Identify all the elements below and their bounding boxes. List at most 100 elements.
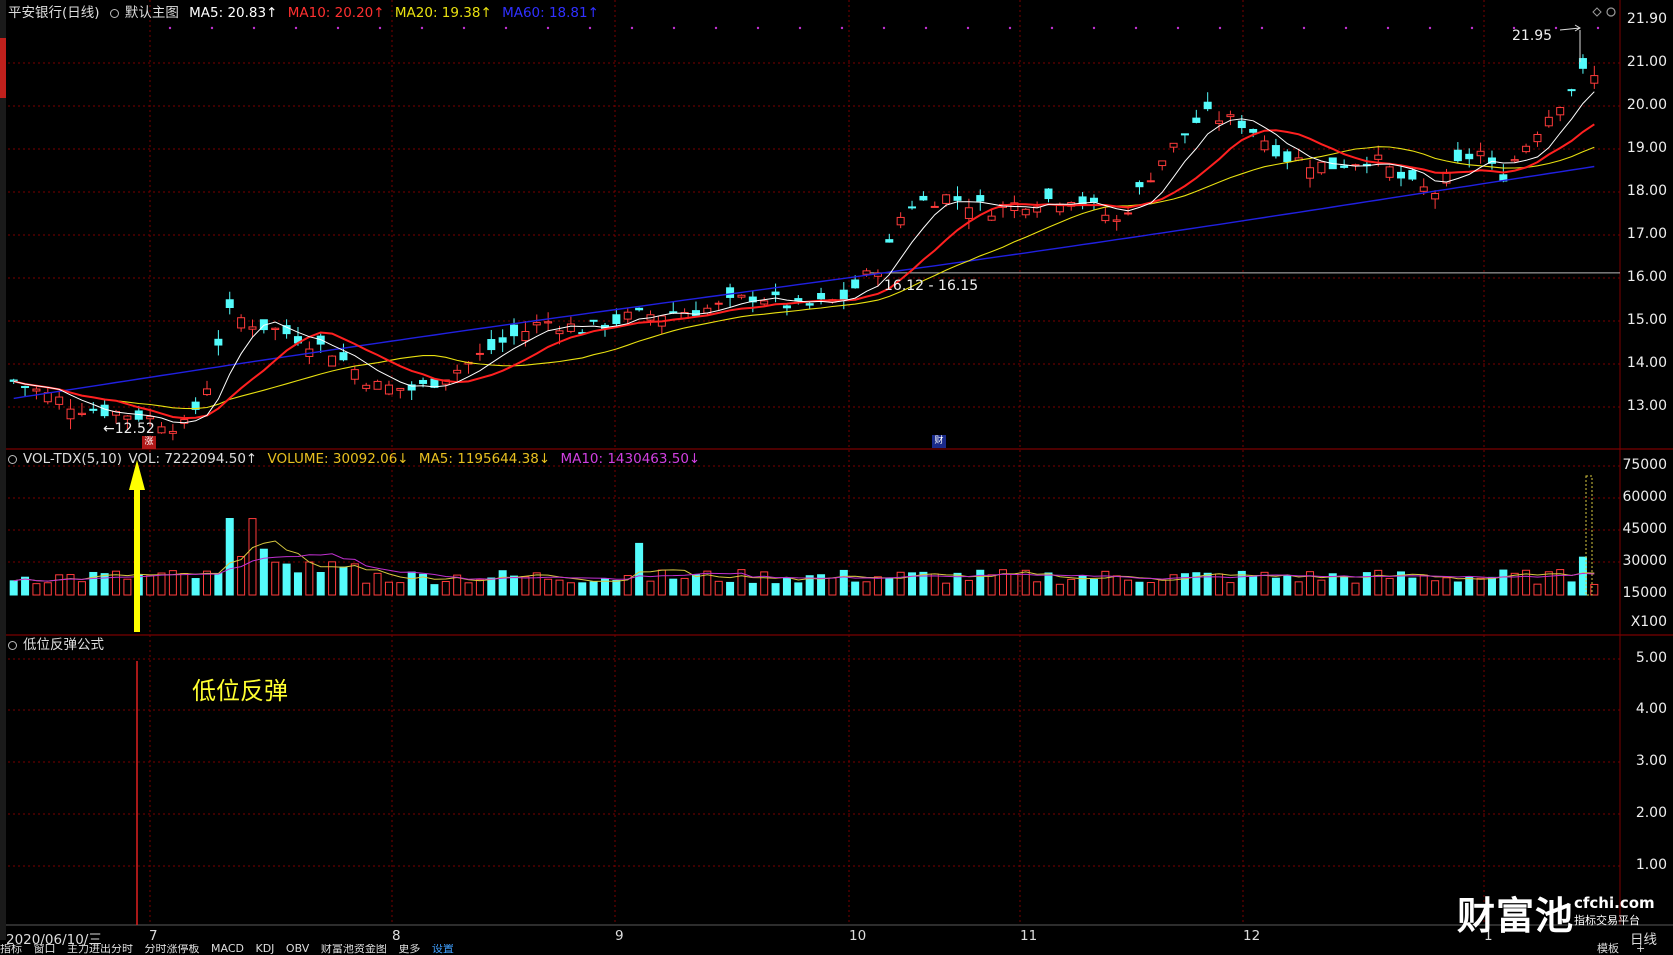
candle-body [726,287,735,298]
volume-bar [1533,583,1542,596]
candle-body [1476,150,1485,157]
price-tick: 13.00 [1626,398,1667,414]
candle-body [896,216,905,226]
tab-limit-up[interactable]: 分时涨停板 [145,944,200,954]
indicator-tick: 2.00 [1635,805,1667,821]
volume-bar [1351,582,1360,596]
candle-body [89,408,98,411]
marker-dot [1596,26,1600,30]
tab-kdj[interactable]: KDJ [255,944,274,954]
volume-header: VOL-TDX(5,10) VOL: 7222094.50↑ VOLUME: 3… [8,451,706,467]
volume-bar [782,577,791,596]
volume-bar [1033,581,1042,596]
marker-dot [1176,26,1180,30]
candle-body [1237,120,1246,129]
marker-dot [168,26,172,30]
stock-title[interactable]: 平安银行(日线) [8,5,100,21]
settings-circle-icon[interactable] [109,9,119,18]
volume-bar [123,578,132,596]
candle-body [862,270,871,275]
price-header: 平安银行(日线) 默认主图 MA5: 20.83↑ MA10: 20.20↑ M… [8,5,605,21]
tab-indicator[interactable]: 指标 [0,944,22,954]
candle-body [919,195,928,201]
volume-bar [1431,580,1440,596]
volume-bar [555,579,564,596]
candle-body [714,302,723,305]
candle-body [1249,128,1258,133]
vol-ma5-value: MA5: 1195644.38↓ [418,451,551,467]
marker-dot [1218,26,1222,30]
price-tick: 18.00 [1626,183,1667,199]
vol-indicator-name[interactable]: VOL-TDX(5,10) [23,451,122,467]
volume-bar [237,555,246,596]
candle-body [964,207,973,219]
volume-bar [612,579,621,596]
candle-body [214,338,223,346]
price-tick: 14.00 [1626,355,1667,371]
volume-bar [1465,576,1474,596]
ma10-line [13,123,1595,420]
candle-body [885,239,894,243]
candle-body [1124,212,1133,215]
chart-name[interactable]: 默认主图 [125,5,179,21]
candle-body [453,369,462,374]
volume-bar [464,582,473,596]
kline-chart[interactable] [0,0,1673,954]
volume-bar [1112,575,1121,596]
candle-body [510,324,519,337]
indicator-tick: 3.00 [1635,753,1667,769]
candle-body [544,321,553,324]
volume-bar [1476,577,1485,596]
brand-site: cfchi.com [1574,894,1655,912]
tab-main-force[interactable]: 主力进出分时 [67,944,133,954]
candle-body [1021,208,1030,216]
tab-macd[interactable]: MACD [211,944,244,954]
volume-bar [271,561,280,596]
tab-settings[interactable]: 设置 [432,944,454,954]
volume-bar [55,574,64,596]
tab-obv[interactable]: OBV [286,944,309,954]
marker-dot [588,26,592,30]
volume-bar [1317,579,1326,596]
volume-bar [259,548,268,596]
marker-dot [504,26,508,30]
volume-bar [566,582,575,596]
indicator-name[interactable]: 低位反弹公式 [23,637,104,653]
candle-body [1283,151,1292,163]
volume-bar [1067,578,1076,596]
ma5-label: MA5: 20.83↑ [189,5,278,21]
candle-body [430,378,439,388]
candle-body [203,388,211,396]
volume-bar [873,576,882,596]
side-tab[interactable] [0,38,6,98]
volume-bar [487,577,496,596]
candle-body [771,291,780,296]
volume-bar [885,577,894,596]
volume-bar [1374,569,1383,596]
ma60-label: MA60: 18.81↑ [502,5,599,21]
marker-dot [1050,26,1054,30]
level-label: 16.12 - 16.15 [884,278,979,294]
tab-window[interactable]: 窗口 [34,944,56,954]
candle-body [1101,214,1110,222]
candle-body [1419,186,1428,192]
volume-bar [441,581,450,596]
settings-circle-icon[interactable] [8,455,17,464]
volume-bar [1442,577,1451,596]
rebound-label: 低位反弹 [192,677,288,705]
volume-bar [680,577,689,596]
volume-bar [930,573,939,596]
high-arrow [1559,24,1581,32]
settings-circle-icon[interactable] [8,641,17,650]
add-button[interactable]: + [1636,943,1645,954]
cai-badge[interactable]: 财 [932,435,946,448]
template-button[interactable]: 模板 [1597,943,1619,954]
zhang-badge[interactable]: 涨 [142,436,156,449]
candle-body [817,293,826,300]
month-tick: 12 [1243,928,1261,944]
tab-fund-chart[interactable]: 财富池资金图 [321,944,387,954]
volume-tick: 45000 [1622,521,1667,537]
tab-more[interactable]: 更多 [398,944,420,954]
candle-body [555,330,564,335]
volume-bar [976,569,985,596]
